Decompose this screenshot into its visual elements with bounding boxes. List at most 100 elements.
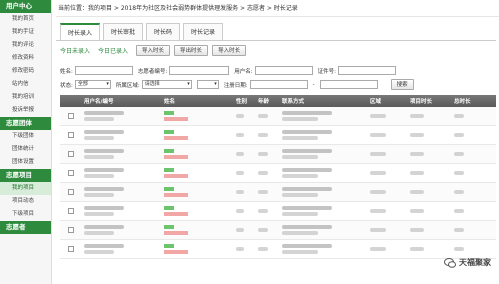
table-row[interactable] xyxy=(60,221,496,240)
table-row[interactable] xyxy=(60,240,496,259)
sidebar-section-3[interactable]: 志愿者 xyxy=(0,221,51,234)
sidebar-item[interactable]: 团体统计 xyxy=(0,143,51,156)
import-duration-button[interactable]: 导入时长 xyxy=(136,45,171,56)
tab-duration-code[interactable]: 时长码 xyxy=(146,23,181,40)
table-header: 用户名/编号 姓名 性别 年龄 联系方式 区域 项目时长 总时长 xyxy=(60,95,496,107)
contact-cell xyxy=(282,225,332,235)
contact-cell xyxy=(282,130,332,140)
table-row[interactable] xyxy=(60,164,496,183)
sidebar-item[interactable]: 我的项目 xyxy=(0,182,51,195)
region-cell xyxy=(370,171,386,175)
gender-cell xyxy=(236,133,244,137)
main-content: 当前位置：我的项目 > 2018年为社区及社会弱势群体提供理发服务 > 志愿者 … xyxy=(56,0,499,284)
table-row[interactable] xyxy=(60,126,496,145)
name-cell xyxy=(164,244,188,254)
sidebar-item[interactable]: 下级团体 xyxy=(0,130,51,143)
search-button[interactable]: 搜索 xyxy=(390,79,414,90)
sidebar-item[interactable]: 下级项目 xyxy=(0,208,51,221)
region-cell xyxy=(370,247,386,251)
sidebar-item[interactable]: 团体设置 xyxy=(0,156,51,169)
sidebar-item[interactable]: 我的首页 xyxy=(0,13,51,26)
contact-cell xyxy=(282,168,332,178)
name-tag-green xyxy=(164,225,174,229)
row-checkbox[interactable] xyxy=(68,189,74,195)
sidebar-item[interactable]: 我的评论 xyxy=(0,39,51,52)
total-hours-cell xyxy=(454,133,464,137)
id-input[interactable] xyxy=(337,66,396,75)
table-row[interactable] xyxy=(60,107,496,126)
region-select[interactable]: 请选择 xyxy=(141,80,192,89)
username-cell xyxy=(84,244,124,254)
table-row[interactable] xyxy=(60,145,496,164)
row-checkbox[interactable] xyxy=(68,151,74,157)
sidebar-item[interactable]: 我的手证 xyxy=(0,26,51,39)
row-checkbox[interactable] xyxy=(68,132,74,138)
name-tag-green xyxy=(164,187,174,191)
name-tag-red xyxy=(164,193,188,197)
username-cell xyxy=(84,206,124,216)
name-cell xyxy=(164,206,188,216)
row-checkbox[interactable] xyxy=(68,113,74,119)
region-sub-select[interactable] xyxy=(196,80,219,89)
volunteer-no-input[interactable] xyxy=(169,66,230,75)
sidebar-item[interactable]: 投诉举报 xyxy=(0,104,51,117)
name-tag-red xyxy=(164,212,188,216)
name-input[interactable] xyxy=(74,66,133,75)
name-cell xyxy=(164,225,188,235)
sidebar-section-2[interactable]: 志愿项目 xyxy=(0,169,51,182)
contact-cell xyxy=(282,187,332,197)
row-checkbox[interactable] xyxy=(68,170,74,176)
row-checkbox[interactable] xyxy=(68,246,74,252)
name-cell xyxy=(164,111,188,121)
row-checkbox[interactable] xyxy=(68,227,74,233)
sidebar-item[interactable]: 我的培训 xyxy=(0,91,51,104)
age-cell xyxy=(258,228,268,232)
sidebar-item[interactable]: 项目动态 xyxy=(0,195,51,208)
export-duration-button[interactable]: 导出时长 xyxy=(174,45,209,56)
sidebar-item[interactable]: 修改资料 xyxy=(0,52,51,65)
name-label: 姓名: xyxy=(60,68,73,75)
age-cell xyxy=(258,114,268,118)
name-tag-green xyxy=(164,130,174,134)
gender-cell xyxy=(236,171,244,175)
sidebar-section-0[interactable]: 用户中心 xyxy=(0,0,51,13)
status-select[interactable]: 全部 xyxy=(74,80,111,89)
tab-duration-entry[interactable]: 时长录入 xyxy=(60,23,101,40)
status-label: 状态: xyxy=(60,82,73,89)
tab-duration-record[interactable]: 时长记录 xyxy=(183,23,224,40)
date-separator: - xyxy=(312,81,315,88)
regdate-end-input[interactable] xyxy=(319,80,378,89)
table-row[interactable] xyxy=(60,183,496,202)
regdate-start-input[interactable] xyxy=(249,80,308,89)
table-row[interactable] xyxy=(60,202,496,221)
project-hours-cell xyxy=(410,114,424,118)
age-cell xyxy=(258,171,268,175)
tab-bar: 时长录入 时长审批 时长码 时长记录 xyxy=(60,23,226,40)
project-hours-cell xyxy=(410,133,424,137)
name-tag-red xyxy=(164,250,188,254)
gender-cell xyxy=(236,152,244,156)
username-input[interactable] xyxy=(254,66,313,75)
col-total-hours: 总时长 xyxy=(454,99,471,105)
sidebar-item[interactable]: 站内信 xyxy=(0,78,51,91)
total-hours-cell xyxy=(454,114,464,118)
col-region: 区域 xyxy=(370,99,382,105)
row-checkbox[interactable] xyxy=(68,208,74,214)
name-cell xyxy=(164,130,188,140)
age-cell xyxy=(258,133,268,137)
region-cell xyxy=(370,190,386,194)
sidebar-item[interactable]: 修改密码 xyxy=(0,65,51,78)
today-pending-link[interactable]: 今日未录入 xyxy=(60,46,90,55)
duration-table: 用户名/编号 姓名 性别 年龄 联系方式 区域 项目时长 总时长 xyxy=(60,95,496,259)
username-cell xyxy=(84,111,124,121)
name-cell xyxy=(164,187,188,197)
sidebar-section-1[interactable]: 志愿团体 xyxy=(0,117,51,130)
project-hours-cell xyxy=(410,171,424,175)
today-done-link[interactable]: 今日已录入 xyxy=(98,46,128,55)
tab-duration-approval[interactable]: 时长审批 xyxy=(103,23,144,40)
total-hours-cell xyxy=(454,152,464,156)
action-bar: 今日未录入 今日已录入 导入时长 导出时长 导入时长 xyxy=(60,45,250,56)
import-duration-button-2[interactable]: 导入时长 xyxy=(212,45,247,56)
gender-cell xyxy=(236,209,244,213)
total-hours-cell xyxy=(454,190,464,194)
